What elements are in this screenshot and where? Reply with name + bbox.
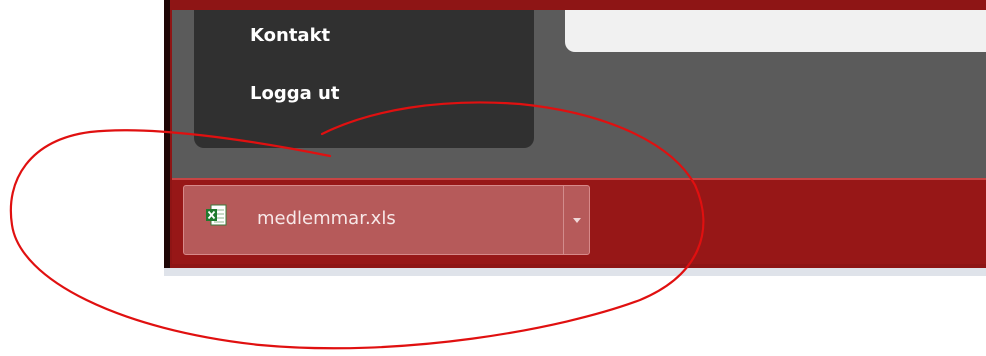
chevron-down-icon [573,217,581,223]
content-box [565,10,986,52]
nav-item-logga-ut[interactable]: Logga ut [250,83,339,104]
download-item[interactable]: medlemmar.xls [183,185,590,255]
taskbar-strip [164,268,986,276]
navigation-panel: Kontakt Logga ut [194,10,534,148]
download-item-divider [563,186,564,254]
window-edge [164,0,170,272]
download-file-name: medlemmar.xls [257,208,396,229]
nav-item-kontakt[interactable]: Kontakt [250,25,330,46]
download-menu-button[interactable] [565,186,589,254]
excel-file-icon [206,204,227,226]
